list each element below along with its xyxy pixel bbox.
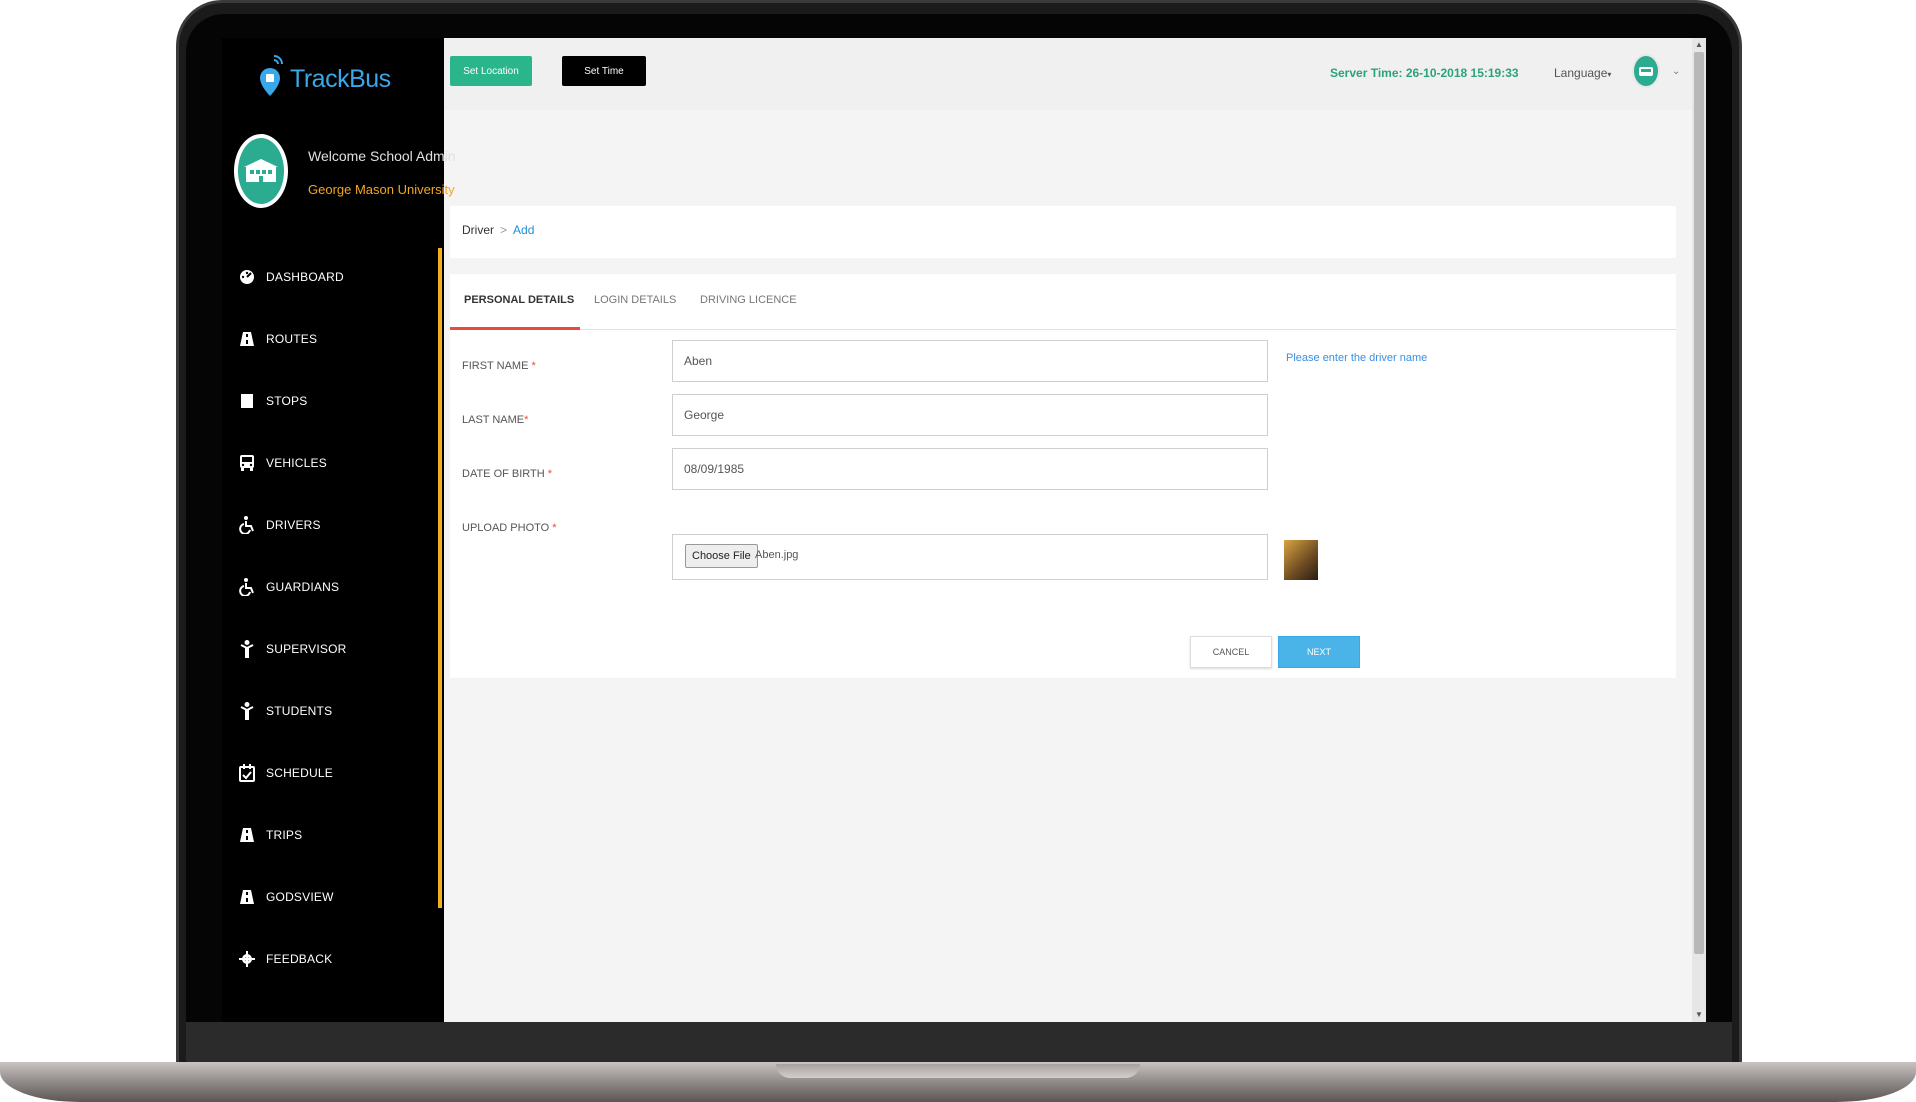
selected-file-name: Aben.jpg [755, 549, 799, 561]
sidebar-item-trips[interactable]: TRIPS [234, 804, 434, 866]
cancel-button[interactable]: CANCEL [1190, 636, 1272, 668]
server-time: Server Time: 26-10-2018 15:19:33 [1330, 66, 1519, 80]
sidebar-item-schedule[interactable]: SCHEDULE [234, 742, 434, 804]
sidebar-item-guardians[interactable]: GUARDIANS [234, 556, 434, 618]
scroll-thumb[interactable] [1694, 52, 1704, 954]
dob-label: DATE OF BIRTH * [462, 468, 552, 480]
top-bar: Set Location Set Time Server Time: 26-10… [444, 38, 1706, 110]
sidebar-item-label: FEEDBACK [266, 952, 333, 966]
set-location-button[interactable]: Set Location [450, 56, 532, 86]
road-icon [234, 889, 260, 905]
road-icon [234, 331, 260, 347]
dob-label-text: DATE OF BIRTH [462, 468, 545, 480]
dashboard-icon [234, 269, 260, 285]
screen: TrackBus Welcome School Admin George Mas… [222, 38, 1706, 1022]
sidebar-item-label: STOPS [266, 394, 308, 408]
last-name-input[interactable] [672, 394, 1268, 436]
road-icon [234, 827, 260, 843]
gear-icon [234, 951, 260, 967]
laptop-bottom-strip [186, 1022, 1732, 1062]
sidebar-item-routes[interactable]: ROUTES [234, 308, 434, 370]
welcome-text: Welcome School Admin [308, 148, 456, 164]
chevron-down-icon[interactable]: ⌄ [1672, 66, 1680, 77]
school-building-icon [244, 159, 278, 182]
sidebar-item-label: STUDENTS [266, 704, 333, 718]
upload-photo-label-text: UPLOAD PHOTO [462, 522, 550, 534]
choose-file-button[interactable]: Choose File [685, 544, 758, 568]
first-name-input[interactable] [672, 340, 1268, 382]
language-label: Language [1554, 66, 1608, 80]
photo-thumbnail [1284, 540, 1318, 580]
set-time-button[interactable]: Set Time [562, 56, 646, 86]
sidebar-item-label: ROUTES [266, 332, 318, 346]
sidebar: TrackBus Welcome School Admin George Mas… [222, 38, 456, 1022]
required-marker: * [547, 468, 553, 480]
active-tab-indicator [450, 327, 580, 330]
calendar-check-icon [234, 764, 260, 782]
breadcrumb-panel: Driver > Add [450, 206, 1676, 258]
sidebar-accent-bar [438, 248, 442, 908]
last-name-label-text: LAST NAME [462, 414, 525, 426]
user-avatar[interactable] [1632, 54, 1660, 88]
university-name: George Mason University [308, 182, 455, 197]
wheelchair-icon [234, 516, 260, 534]
sidebar-item-label: TRIPS [266, 828, 303, 842]
next-button[interactable]: NEXT [1278, 636, 1360, 668]
sidebar-item-label: SUPERVISOR [266, 642, 347, 656]
logo[interactable]: TrackBus [258, 52, 391, 100]
sidebar-item-godsview[interactable]: GODSVIEW [234, 866, 434, 928]
sidebar-item-vehicles[interactable]: VEHICLES [234, 432, 434, 494]
dob-input[interactable] [672, 448, 1268, 490]
form-tabs: PERSONAL DETAILS LOGIN DETAILS DRIVING L… [450, 274, 1676, 330]
upload-photo-field: Choose File Aben.jpg [672, 534, 1268, 580]
required-marker: * [524, 414, 529, 426]
breadcrumb-parent[interactable]: Driver [462, 223, 494, 237]
first-name-label: FIRST NAME * [462, 360, 536, 372]
sidebar-item-stops[interactable]: STOPS [234, 370, 434, 432]
tab-personal-details[interactable]: PERSONAL DETAILS [464, 294, 574, 306]
required-marker: * [552, 522, 557, 534]
sidebar-item-supervisor[interactable]: SUPERVISOR [234, 618, 434, 680]
bus-icon [1639, 67, 1653, 76]
person-icon [234, 702, 260, 720]
location-pin-icon [258, 52, 286, 100]
stop-icon [234, 393, 260, 409]
sidebar-item-label: GUARDIANS [266, 580, 340, 594]
scroll-up-icon[interactable]: ▲ [1694, 40, 1704, 50]
bus-icon [234, 454, 260, 472]
driver-form-panel: PERSONAL DETAILS LOGIN DETAILS DRIVING L… [450, 274, 1676, 678]
school-avatar [234, 134, 288, 208]
required-marker: * [531, 360, 536, 372]
sidebar-item-students[interactable]: STUDENTS [234, 680, 434, 742]
tab-login-details[interactable]: LOGIN DETAILS [594, 294, 676, 306]
chevron-down-icon: ▾ [1607, 70, 1612, 79]
upload-photo-label: UPLOAD PHOTO * [462, 522, 557, 534]
language-dropdown[interactable]: Language▾ [1554, 66, 1611, 80]
sidebar-item-drivers[interactable]: DRIVERS [234, 494, 434, 556]
sidebar-item-label: GODSVIEW [266, 890, 334, 904]
sidebar-item-feedback[interactable]: FEEDBACK [234, 928, 434, 990]
breadcrumb-separator: > [500, 223, 508, 237]
page-scrollbar[interactable]: ▲ ▼ [1692, 38, 1706, 1022]
breadcrumb-current: Add [513, 223, 535, 237]
scroll-down-icon[interactable]: ▼ [1694, 1010, 1704, 1020]
sidebar-item-dashboard[interactable]: DASHBOARD [234, 246, 434, 308]
logo-text: TrackBus [290, 65, 391, 93]
sidebar-item-label: SCHEDULE [266, 766, 333, 780]
sidebar-nav: DASHBOARD ROUTES STOPS VEHICLES DRIVERS … [234, 246, 434, 990]
wheelchair-icon [234, 578, 260, 596]
sidebar-item-label: DRIVERS [266, 518, 321, 532]
laptop-notch [776, 1064, 1140, 1078]
first-name-hint: Please enter the driver name [1286, 352, 1428, 364]
first-name-label-text: FIRST NAME [462, 360, 529, 372]
sidebar-item-label: DASHBOARD [266, 270, 344, 284]
tab-driving-licence[interactable]: DRIVING LICENCE [700, 294, 797, 306]
last-name-label: LAST NAME* [462, 414, 528, 426]
breadcrumb: Driver > Add [462, 223, 534, 237]
sidebar-item-label: VEHICLES [266, 456, 327, 470]
person-icon [234, 640, 260, 658]
